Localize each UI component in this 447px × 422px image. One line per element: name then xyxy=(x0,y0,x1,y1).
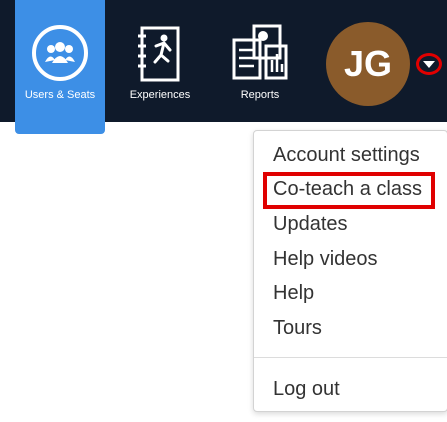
menu-divider xyxy=(254,357,447,358)
chevron-down-icon xyxy=(423,60,435,68)
menu-item-help-videos[interactable]: Help videos xyxy=(273,248,378,271)
experiences-icon xyxy=(138,26,180,82)
menu-item-tours[interactable]: Tours xyxy=(273,317,322,340)
menu-item-help[interactable]: Help xyxy=(273,282,314,305)
users-icon xyxy=(32,25,88,81)
menu-item-account-settings[interactable]: Account settings xyxy=(273,144,420,167)
menu-item-updates[interactable]: Updates xyxy=(273,213,348,236)
nav-users-label: Users & Seats xyxy=(24,89,96,101)
user-avatar[interactable]: JG xyxy=(326,22,410,106)
account-menu-toggle[interactable] xyxy=(416,53,442,75)
menu-item-logout[interactable]: Log out xyxy=(273,378,340,401)
avatar-initials: JG xyxy=(343,43,393,84)
nav-reports-label: Reports xyxy=(240,89,280,101)
menu-item-coteach[interactable]: Co-teach a class xyxy=(273,178,422,201)
account-dropdown-menu: Account settings Co-teach a class Update… xyxy=(253,130,447,412)
nav-users-seats[interactable]: Users & Seats xyxy=(15,0,105,134)
nav-experiences-label: Experiences xyxy=(129,89,191,101)
nav-reports[interactable]: Reports xyxy=(220,0,300,134)
reports-icon xyxy=(232,24,288,80)
nav-experiences[interactable]: Experiences xyxy=(120,0,200,134)
